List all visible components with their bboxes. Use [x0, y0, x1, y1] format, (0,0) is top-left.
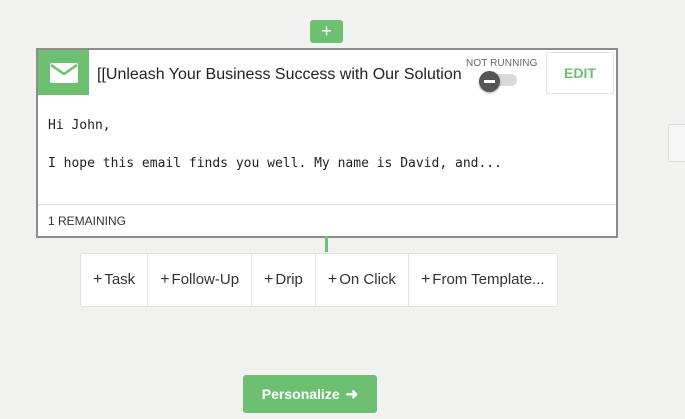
sequence-canvas: + [[Unleash Your Business Success with O…: [0, 0, 685, 419]
email-excerpt: I hope this email finds you well. My nam…: [48, 156, 502, 171]
add-drip-label: Drip: [275, 271, 303, 288]
personalize-button[interactable]: Personalize ➜: [243, 375, 377, 413]
add-from-template-label: From Template...: [432, 271, 545, 288]
add-on-click-button[interactable]: + On Click: [316, 254, 409, 306]
step-connector: [325, 236, 328, 252]
email-preview: Hi John, I hope this email finds you wel…: [48, 116, 502, 173]
add-follow-up-button[interactable]: + Follow-Up: [148, 254, 253, 306]
email-greeting: Hi John,: [48, 118, 111, 133]
run-toggle[interactable]: [479, 71, 519, 92]
email-subject: [[Unleash Your Business Success with Our…: [97, 66, 462, 83]
email-step-card: [[Unleash Your Business Success with Our…: [36, 48, 618, 238]
edit-button[interactable]: EDIT: [546, 52, 614, 94]
plus-icon: +: [420, 271, 431, 288]
plus-icon: +: [327, 271, 338, 288]
add-next-step-bar: + Task + Follow-Up + Drip + On Click + From T…: [80, 253, 558, 307]
side-panel-tab[interactable]: [668, 124, 685, 162]
add-task-button[interactable]: + Task: [81, 254, 149, 306]
run-status-label: NOT RUNNING: [466, 58, 538, 69]
add-follow-up-label: Follow-Up: [171, 271, 240, 288]
add-from-template-button[interactable]: + From Template...: [409, 254, 557, 306]
add-task-label: Task: [104, 271, 136, 288]
add-on-click-label: On Click: [339, 271, 396, 288]
remaining-count: 1 REMAINING: [48, 214, 127, 228]
add-drip-button[interactable]: + Drip: [252, 254, 316, 306]
arrow-right-icon: ➜: [345, 386, 359, 403]
plus-icon: +: [160, 271, 170, 288]
plus-icon: +: [93, 271, 103, 288]
personalize-label: Personalize: [261, 386, 340, 402]
email-step-header: [[Unleash Your Business Success with Our…: [38, 50, 616, 98]
plus-icon: +: [264, 271, 274, 288]
email-step-footer: 1 REMAINING: [38, 204, 616, 236]
email-type-badge: [38, 50, 89, 95]
toggle-knob: [479, 71, 500, 92]
add-step-button[interactable]: +: [310, 20, 343, 43]
envelope-icon: [50, 63, 78, 83]
